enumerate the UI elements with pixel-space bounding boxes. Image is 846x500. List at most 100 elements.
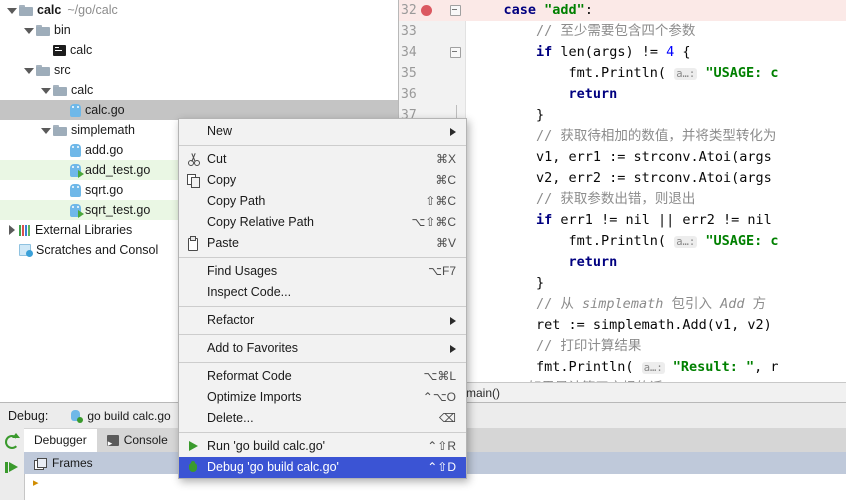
gutter-line[interactable]: 36: [399, 84, 465, 105]
menu-separator: [179, 306, 466, 307]
debug-label: Debug:: [8, 408, 49, 423]
gutter-line[interactable]: 32: [399, 0, 465, 21]
tree-row-bin[interactable]: bin: [0, 20, 398, 40]
code-line[interactable]: }: [471, 105, 846, 126]
menu-item-label: Debug 'go build calc.go': [207, 460, 339, 474]
gutter-line[interactable]: 33: [399, 21, 465, 42]
code-line[interactable]: // 至少需要包含四个参数: [471, 21, 846, 42]
menu-item-shortcut: ⌫: [439, 411, 456, 425]
tree-item-label: sqrt.go: [85, 183, 124, 197]
tab-console[interactable]: Console: [97, 429, 178, 455]
code-line[interactable]: }: [471, 273, 846, 294]
chevron-down-icon[interactable]: [6, 5, 17, 16]
code-line[interactable]: case "add":: [465, 0, 846, 21]
chevron-down-icon[interactable]: [23, 65, 34, 76]
go-file-icon: [70, 143, 81, 157]
run-icon: [187, 440, 200, 453]
code-line[interactable]: v1, err1 := strconv.Atoi(args: [471, 147, 846, 168]
menu-item-shortcut: ⌘X: [435, 152, 456, 166]
code-line[interactable]: fmt.Println( a…: "Result: ", r: [471, 357, 846, 378]
menu-item-label: Find Usages: [207, 264, 278, 278]
menu-item-label: Copy Path: [207, 194, 266, 208]
breakpoint-icon[interactable]: [421, 5, 432, 16]
code-line[interactable]: // 获取参数出错，则退出: [471, 189, 846, 210]
chevron-down-icon[interactable]: [40, 85, 51, 96]
menu-item-copy-path[interactable]: Copy Path ⇧⌘C: [179, 191, 466, 212]
menu-item-shortcut: ⌘C: [435, 173, 456, 187]
menu-item-new[interactable]: New: [179, 121, 466, 142]
menu-item-shortcut: ⌃⌥O: [422, 390, 456, 404]
editor-code-area[interactable]: case "add": // 至少需要包含四个参数 if len(args) !…: [465, 0, 846, 382]
chevron-down-icon[interactable]: [40, 125, 51, 136]
menu-item-label: Refactor: [207, 313, 255, 327]
go-test-file-icon: [70, 203, 84, 218]
debug-configuration[interactable]: go build calc.go: [70, 408, 171, 423]
line-number: 35: [401, 66, 417, 81]
code-line[interactable]: v2, err2 := strconv.Atoi(args: [471, 168, 846, 189]
code-line[interactable]: // 从 simplemath 包引入 Add 方: [471, 294, 846, 315]
code-line[interactable]: // 打印计算结果: [471, 336, 846, 357]
menu-item-add-to-favorites[interactable]: Add to Favorites: [179, 338, 466, 359]
go-test-file-icon: [70, 163, 84, 178]
code-line[interactable]: if len(args) != 4 {: [471, 42, 846, 63]
chevron-down-icon[interactable]: [23, 25, 34, 36]
rerun-icon[interactable]: [0, 428, 24, 455]
frames-title: Frames: [52, 456, 93, 470]
menu-item-run-go-build-calc-go[interactable]: Run 'go build calc.go' ⌃⇧R: [179, 436, 466, 457]
menu-item-paste[interactable]: Paste ⌘V: [179, 233, 466, 254]
menu-item-debug-go-build-calc-go[interactable]: Debug 'go build calc.go' ⌃⇧D: [179, 457, 466, 478]
resume-icon[interactable]: [0, 455, 24, 482]
gutter-line[interactable]: 34: [399, 42, 465, 63]
menu-item-inspect-code[interactable]: Inspect Code...: [179, 282, 466, 303]
menu-item-label: Cut: [207, 152, 227, 166]
fold-collapse-icon[interactable]: [450, 47, 461, 58]
menu-item-cut[interactable]: Cut ⌘X: [179, 149, 466, 170]
code-line[interactable]: fmt.Println( a…: "USAGE: c: [471, 63, 846, 84]
code-line[interactable]: return: [471, 252, 846, 273]
tree-row-calc[interactable]: calc: [0, 40, 398, 60]
menu-item-delete[interactable]: Delete... ⌫: [179, 408, 466, 429]
menu-item-copy[interactable]: Copy ⌘C: [179, 170, 466, 191]
menu-separator: [179, 432, 466, 433]
gutter-line[interactable]: 35: [399, 63, 465, 84]
chevron-right-icon: [450, 344, 456, 353]
tree-item-label: calc: [71, 83, 94, 97]
code-line[interactable]: // 获取待相加的数值，并将类型转化为: [471, 126, 846, 147]
menu-item-optimize-imports[interactable]: Optimize Imports ⌃⌥O: [179, 387, 466, 408]
tree-item-label: calc.go: [85, 103, 125, 117]
tree-row-calc-go[interactable]: calc.go: [0, 100, 398, 120]
context-menu[interactable]: New Cut ⌘X Copy ⌘C Copy Path ⇧⌘C Copy Relative …: [178, 118, 467, 479]
tree-row-calc[interactable]: calc: [0, 80, 398, 100]
tree-row-src[interactable]: src: [0, 60, 398, 80]
menu-item-copy-relative-path[interactable]: Copy Relative Path ⌥⇧⌘C: [179, 212, 466, 233]
menu-item-find-usages[interactable]: Find Usages ⌥F7: [179, 261, 466, 282]
chevron-right-icon[interactable]: [6, 224, 17, 236]
menu-item-shortcut: ⌥F7: [428, 264, 456, 278]
tab-debugger[interactable]: Debugger: [24, 429, 97, 452]
menu-item-refactor[interactable]: Refactor: [179, 310, 466, 331]
menu-item-label: Delete...: [207, 411, 254, 425]
tree-row-calc[interactable]: calc ~/go/calc: [0, 0, 398, 20]
menu-item-label: Inspect Code...: [207, 285, 292, 299]
menu-item-label: Reformat Code: [207, 369, 292, 383]
code-line[interactable]: fmt.Println( a…: "USAGE: c: [471, 231, 846, 252]
code-line[interactable]: if err1 != nil || err2 != nil: [471, 210, 846, 231]
debug-config-name: go build calc.go: [87, 408, 171, 423]
code-line[interactable]: return: [471, 84, 846, 105]
line-number: 32: [401, 3, 417, 18]
folder-icon: [36, 24, 50, 36]
tree-item-path: ~/go/calc: [67, 3, 118, 17]
debug-config-bug-icon: [70, 409, 84, 423]
fold-collapse-icon[interactable]: [450, 5, 461, 16]
menu-item-shortcut: ⇧⌘C: [425, 194, 456, 208]
tree-item-label: bin: [54, 23, 71, 37]
menu-item-reformat-code[interactable]: Reformat Code ⌥⌘L: [179, 366, 466, 387]
debug-toolbar[interactable]: [0, 428, 24, 500]
frame-row-label: [44, 474, 47, 492]
line-number: 34: [401, 45, 417, 60]
console-icon: [106, 432, 119, 455]
code-line[interactable]: ret := simplemath.Add(v1, v2): [471, 315, 846, 336]
